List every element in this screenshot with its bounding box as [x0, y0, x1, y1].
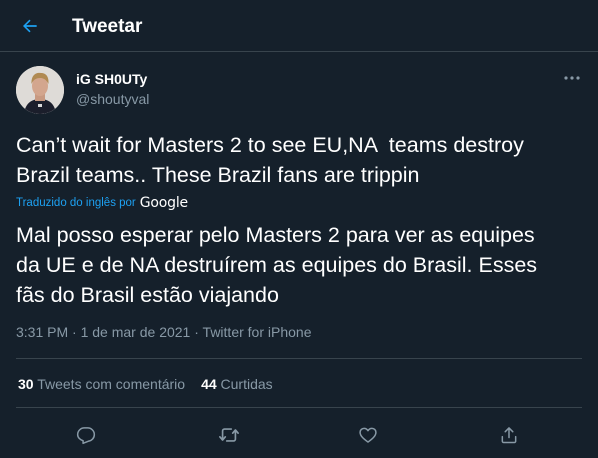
- divider: [16, 358, 582, 359]
- quote-count: 30: [18, 376, 34, 392]
- retweet-button[interactable]: [212, 418, 246, 452]
- quote-label: Tweets com comentário: [37, 376, 186, 392]
- author-handle[interactable]: @shoutyval: [76, 90, 149, 108]
- reply-button[interactable]: [69, 418, 103, 452]
- tweet-stats: 30 Tweets com comentário 44 Curtidas: [18, 375, 289, 393]
- meta-separator-2: ·: [190, 324, 203, 340]
- tweet-time[interactable]: 3:31 PM: [16, 324, 68, 340]
- like-icon: [359, 427, 377, 443]
- like-button[interactable]: [351, 418, 385, 452]
- tweet-date[interactable]: 1 de mar de 2021: [81, 324, 191, 340]
- translation-label: Traduzido do inglês por: [16, 197, 136, 209]
- top-bar: Tweetar: [0, 0, 598, 52]
- tweet-meta: 3:31 PM · 1 de mar de 2021 · Twitter for…: [16, 323, 311, 341]
- arrow-left-icon: [23, 19, 37, 33]
- reply-icon: [76, 427, 96, 445]
- translated-text: Mal posso esperar pelo Masters 2 para ve…: [16, 223, 538, 307]
- retweet-label: Curtidas: [220, 376, 273, 392]
- avatar-image: [16, 66, 64, 114]
- more-horizontal-icon: [564, 76, 580, 80]
- avatar[interactable]: [16, 66, 64, 114]
- retweet-count: 44: [201, 376, 217, 392]
- back-button[interactable]: [14, 10, 46, 42]
- quote-tweets-stat[interactable]: 30 Tweets com comentário: [18, 376, 185, 392]
- more-options-button[interactable]: [558, 64, 586, 92]
- retweet-icon: [219, 428, 239, 442]
- meta-separator: ·: [68, 324, 81, 340]
- author-display-name[interactable]: iG SH0UTy: [76, 70, 147, 88]
- translation-attribution[interactable]: Traduzido do inglês por Google: [16, 194, 188, 212]
- google-logo: Google: [139, 195, 188, 211]
- likes-stat[interactable]: 44 Curtidas: [201, 376, 273, 392]
- tweet-source[interactable]: Twitter for iPhone: [203, 324, 312, 340]
- tweet-text: Can’t wait for Masters 2 to see EU,NA te…: [16, 133, 524, 187]
- divider: [16, 407, 582, 408]
- action-bar: [16, 418, 582, 452]
- page-title: Tweetar: [72, 16, 143, 37]
- share-button[interactable]: [492, 418, 526, 452]
- share-icon: [501, 427, 517, 444]
